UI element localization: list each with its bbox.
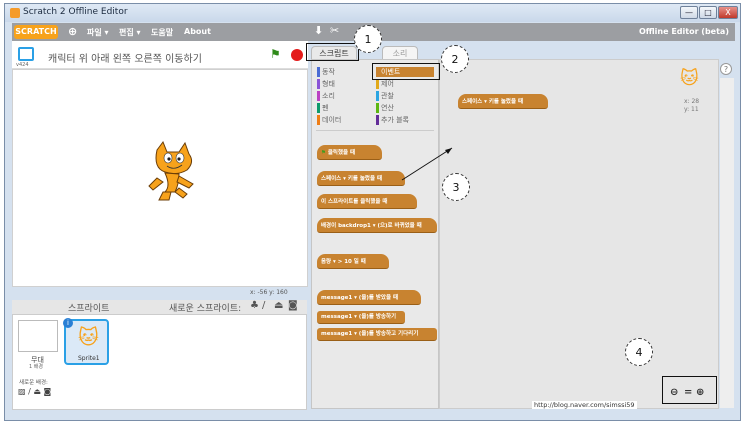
block-when-loudness[interactable]: 음량 ▾ > 10 일 때 (317, 254, 389, 269)
fullscreen-icon[interactable] (18, 47, 34, 61)
menu-edit[interactable]: 편집 ▾ (119, 27, 141, 38)
title-bar: Scratch 2 Offline Editor — □ X (5, 4, 740, 22)
block-broadcast[interactable]: message1 ▾ (을)를 방송하기 (317, 311, 405, 324)
new-backdrop-label: 새로운 배경: (19, 380, 48, 386)
script-area[interactable]: 스페이스 ▾ 키를 눌렀을 때 🐱 x: 28 y: 11 http://blo… (439, 59, 719, 409)
scissors-icon[interactable]: ✂ (330, 24, 339, 37)
category-data[interactable]: 데이터 (317, 115, 341, 125)
stage-canvas[interactable] (12, 69, 308, 287)
script-scrollbar[interactable] (720, 78, 734, 408)
paint-brush-icon[interactable]: / (262, 300, 265, 311)
scratch-logo[interactable]: SCRATCH (14, 25, 58, 39)
watermark: http://blog.naver.com/simssi59 (532, 401, 637, 409)
close-button[interactable]: X (718, 6, 738, 19)
callout-1: 1 (354, 25, 382, 53)
category-control[interactable]: 제어 (376, 79, 394, 89)
menu-file[interactable]: 파일 ▾ (87, 27, 109, 38)
menu-about[interactable]: About (184, 27, 211, 36)
palette-divider (316, 130, 434, 131)
info-icon[interactable]: i (63, 318, 73, 328)
flag-icon: ⚑ (321, 150, 328, 156)
mouse-coords: x: -56 y: 160 (250, 289, 288, 296)
menu-help[interactable]: 도움말 (151, 27, 173, 38)
camera-icon[interactable]: ◙ (288, 300, 298, 311)
app-icon (10, 8, 20, 18)
new-sprite-label: 새로운 스프라이트: (169, 304, 242, 314)
category-motion[interactable]: 동작 (317, 67, 335, 77)
category-sensing[interactable]: 관찰 (376, 91, 394, 101)
sprites-label: 스프라이트 (68, 304, 110, 314)
sprite-list: 무대 1 배경 새로운 배경: ▨ / ⏏ ◙ i 🐱 Sprite1 (12, 314, 307, 410)
globe-icon[interactable]: ⊕ (68, 25, 77, 38)
category-looks[interactable]: 형태 (317, 79, 335, 89)
stop-icon[interactable] (291, 49, 303, 61)
block-broadcast-and-wait[interactable]: message1 ▾ (을)를 방송하고 기다리기 (317, 328, 437, 341)
window-title: Scratch 2 Offline Editor (23, 7, 128, 17)
sprite-y: y: 11 (684, 106, 699, 113)
category-operators[interactable]: 연산 (376, 103, 394, 113)
highlight-box-zoom (662, 376, 717, 404)
sprite1-thumbnail[interactable]: i 🐱 Sprite1 (63, 318, 109, 365)
sprite-corner-icon: 🐱 (680, 68, 699, 89)
backdrop-tools[interactable]: ▨ / ⏏ ◙ (18, 387, 51, 396)
version-label: v424 (16, 62, 29, 68)
block-when-key-pressed[interactable]: 스페이스 ▾ 키를 눌렀을 때 (317, 171, 405, 186)
maximize-button[interactable]: □ (699, 6, 717, 19)
highlight-box-scripts-tab (306, 43, 359, 61)
block-palette: 동작 형태 소리 펜 데이터 이벤트 제어 관찰 연산 추가 블록 ⚑ 클릭했을… (311, 59, 439, 409)
green-flag-icon[interactable]: ⚑ (270, 47, 281, 61)
callout-3: 3 (442, 173, 470, 201)
highlight-box-events (372, 63, 440, 80)
callout-4: 4 (625, 338, 653, 366)
block-when-flag-clicked[interactable]: ⚑ 클릭했을 때 (317, 145, 382, 160)
stamp-icon[interactable]: ⬇ (314, 24, 323, 37)
sprite1-cat-icon: 🐱 (78, 325, 99, 349)
category-more-blocks[interactable]: 추가 블록 (376, 115, 409, 125)
block-when-receive[interactable]: message1 ▾ (을)를 받았을 때 (317, 290, 421, 305)
block-when-sprite-clicked[interactable]: 이 스프라이트를 클릭했을 때 (317, 194, 417, 209)
help-icon[interactable]: ? (720, 63, 732, 75)
minimize-button[interactable]: — (680, 6, 698, 19)
editor-title: Offline Editor (beta) (638, 27, 729, 36)
stage-backdrop-count: 1 배경 (29, 364, 43, 370)
category-pen[interactable]: 펜 (317, 103, 328, 113)
stage-header: v424 캐릭터 위 아래 왼쪽 오른쪽 이동하기 ⚑ (12, 41, 308, 69)
sprite-library-icon[interactable]: ♣ (250, 300, 259, 311)
sprite-x: x: 28 (684, 98, 700, 105)
tab-sounds[interactable]: 소리 (382, 46, 418, 60)
callout-2: 2 (441, 45, 469, 73)
sprite1-name: Sprite1 (78, 355, 100, 362)
stage-thumbnail[interactable] (18, 320, 58, 352)
project-title[interactable]: 캐릭터 위 아래 왼쪽 오른쪽 이동하기 (48, 50, 202, 65)
cat-sprite[interactable] (145, 140, 205, 204)
sprite-pane-header: 스프라이트 새로운 스프라이트: ♣ / ⏏ ◙ (12, 300, 307, 314)
category-sound[interactable]: 소리 (317, 91, 335, 101)
placed-when-key-pressed-block[interactable]: 스페이스 ▾ 키를 눌렀을 때 (458, 94, 548, 109)
upload-icon[interactable]: ⏏ (274, 300, 283, 311)
block-when-backdrop-switches[interactable]: 배경이 backdrop1 ▾ (으)로 바뀌었을 때 (317, 218, 437, 233)
